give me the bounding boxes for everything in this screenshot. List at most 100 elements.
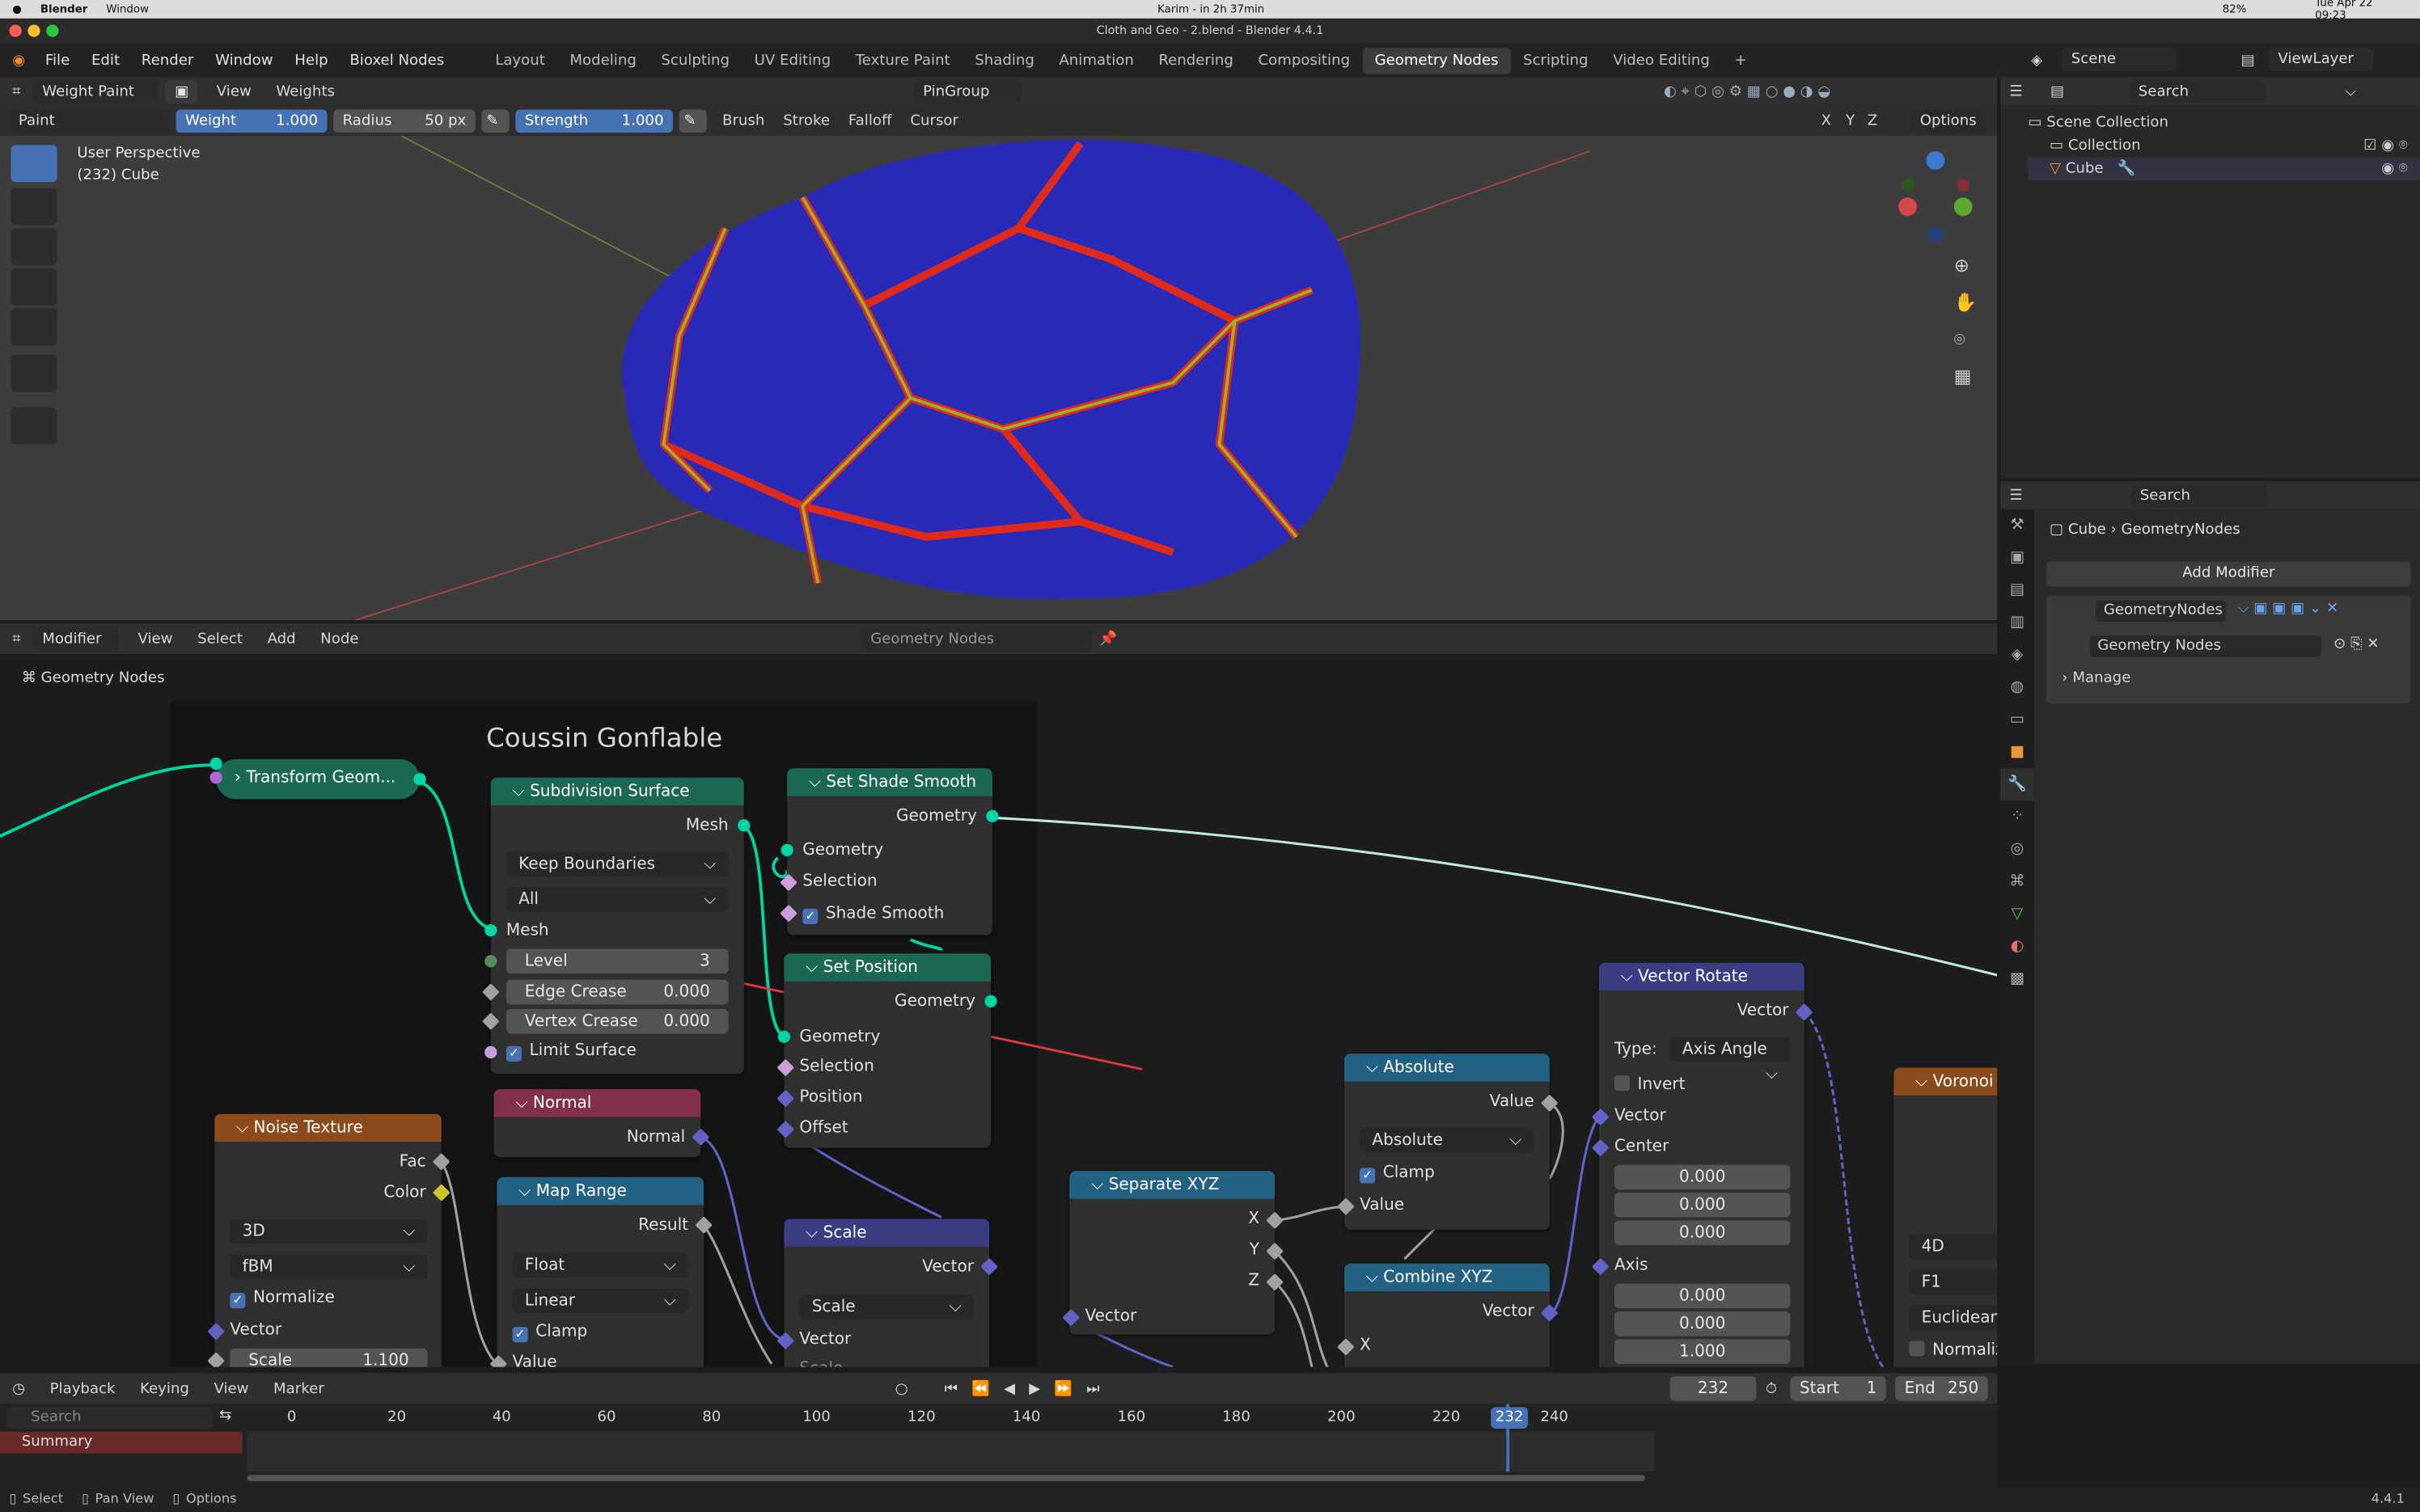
- collection-tab-icon[interactable]: ▭: [2000, 703, 2034, 736]
- map-range-node[interactable]: ⌵ Map Range Result Float ⌵ Linear ⌵ ✓ Clamp…: [489, 1176, 713, 1367]
- pin-group-selector[interactable]: PinGroup: [913, 79, 1022, 103]
- noise-type-dropdown[interactable]: fBM ⌵: [230, 1254, 428, 1279]
- navigation-gizmo[interactable]: [1889, 145, 1982, 243]
- clamp-checkbox[interactable]: ✓ Clamp: [497, 1318, 704, 1345]
- modifier-tab-icon[interactable]: 🔧: [1999, 768, 2034, 801]
- menu-help[interactable]: Help: [284, 52, 339, 69]
- tab-uv-editing[interactable]: UV Editing: [742, 47, 843, 73]
- brush-selector[interactable]: Paint: [9, 108, 170, 133]
- geometry-output-socket[interactable]: [413, 772, 426, 786]
- noise-texture-node[interactable]: ⌵ Noise Texture Fac Color 3D ⌵ fBM ⌵ ✓ Norm…: [207, 1113, 451, 1367]
- menu-falloff[interactable]: Falloff: [848, 112, 892, 129]
- sample-weight-tool-icon[interactable]: [11, 308, 57, 346]
- level-field[interactable]: Level 3: [506, 948, 729, 974]
- zoom-window-icon[interactable]: [46, 24, 59, 37]
- viewport-shading-icons[interactable]: ◐ ⌖ ⬡ ◎ ⚙ ▦ ○ ● ◑ ◒: [1664, 82, 1830, 99]
- scene-icon[interactable]: ◈: [2031, 52, 2042, 69]
- world-tab-icon[interactable]: ◍: [2000, 671, 2034, 703]
- texture-tab-icon[interactable]: ▩: [2000, 963, 2034, 995]
- output-tab-icon[interactable]: ▤: [2000, 574, 2034, 606]
- tab-layout[interactable]: Layout: [483, 47, 557, 73]
- node-tree-type[interactable]: Modifier: [32, 627, 120, 651]
- tab-texture-paint[interactable]: Texture Paint: [843, 47, 962, 73]
- menu-edit[interactable]: Edit: [81, 52, 131, 69]
- translation-input-socket[interactable]: [209, 771, 222, 784]
- invert-checkbox[interactable]: Invert: [1599, 1071, 1804, 1098]
- camera-icon[interactable]: ⌾: [1954, 321, 1978, 358]
- summary-channel[interactable]: Summary: [0, 1431, 243, 1454]
- subdivision-surface-node[interactable]: ⌵ Subdivision Surface Mesh Keep Boundari…: [482, 777, 751, 1075]
- options-dropdown[interactable]: Options: [1910, 108, 1986, 133]
- pan-hand-icon[interactable]: ✋: [1954, 284, 1978, 321]
- window-menu[interactable]: Window: [106, 3, 149, 15]
- modifier-toggle-icons[interactable]: ⌵ ▣ ▣ ▣ ⌄ ✕: [2238, 600, 2338, 617]
- timeline-editor-icon[interactable]: ◷: [12, 1380, 25, 1397]
- tab-scripting[interactable]: Scripting: [1511, 47, 1601, 73]
- set-shade-smooth-node[interactable]: ⌵ Set Shade Smooth Geometry Geometry Sel…: [780, 768, 999, 935]
- visibility-icons[interactable]: ☑ ◉ ⌾: [2363, 134, 2407, 158]
- pressure-icon[interactable]: ✎: [481, 108, 510, 133]
- center-y-field[interactable]: 0.000: [1614, 1193, 1791, 1218]
- symmetry-axis-z[interactable]: Z: [1868, 112, 1877, 129]
- outliner-search[interactable]: Search: [2129, 79, 2266, 103]
- tab-animation[interactable]: Animation: [1047, 47, 1146, 73]
- timeline-search[interactable]: Search: [6, 1407, 214, 1429]
- menu-view[interactable]: View: [217, 82, 252, 99]
- add-modifier-button[interactable]: Add Modifier: [2046, 561, 2411, 587]
- mode-selector[interactable]: Weight Paint: [32, 79, 160, 103]
- voronoi-dimensions-dropdown[interactable]: 4D: [1909, 1234, 1998, 1260]
- tab-shading[interactable]: Shading: [962, 47, 1047, 73]
- tab-geometry-nodes[interactable]: Geometry Nodes: [1362, 47, 1511, 74]
- axis-z-field[interactable]: 1.000: [1614, 1339, 1791, 1364]
- voronoi-normalize-checkbox[interactable]: Normaliz: [1893, 1336, 1997, 1363]
- constraints-tab-icon[interactable]: ⌘: [2000, 865, 2034, 897]
- dimensions-dropdown[interactable]: 3D ⌵: [230, 1218, 428, 1244]
- current-frame-field[interactable]: 232: [1669, 1376, 1757, 1401]
- limit-surface-socket[interactable]: [484, 1045, 497, 1058]
- dopesheet-area[interactable]: [247, 1431, 1655, 1472]
- view-layer-tab-icon[interactable]: ▥: [2000, 606, 2034, 639]
- menu-node-add[interactable]: Add: [268, 630, 296, 647]
- material-tab-icon[interactable]: ◐: [2000, 931, 2034, 963]
- filter-icon[interactable]: ⌵: [2345, 82, 2356, 99]
- menu-cursor[interactable]: Cursor: [910, 112, 958, 129]
- smear-tool-icon[interactable]: [11, 268, 57, 306]
- geometry-input-socket[interactable]: [781, 843, 793, 857]
- center-z-field[interactable]: 0.000: [1614, 1220, 1791, 1245]
- node-editor-type-icon[interactable]: ⌗: [12, 630, 20, 647]
- outliner-scene-collection[interactable]: ▭ Scene Collection: [2028, 111, 2420, 134]
- geometry-output-socket[interactable]: [984, 995, 997, 1008]
- menu-window[interactable]: Window: [205, 52, 284, 69]
- vector-rotate-node[interactable]: ⌵ Vector Rotate Vector Type: Axis Angle ⌵…: [1591, 962, 1813, 1367]
- average-tool-icon[interactable]: [11, 228, 57, 266]
- menu-file[interactable]: File: [35, 52, 81, 69]
- interpolation-dropdown[interactable]: Linear ⌵: [512, 1288, 689, 1313]
- clamp-checkbox[interactable]: ✓ Clamp: [1344, 1159, 1550, 1186]
- geometry-output-socket[interactable]: [986, 809, 999, 823]
- menu-node-node[interactable]: Node: [320, 630, 358, 647]
- menu-render[interactable]: Render: [130, 52, 204, 69]
- properties-editor-icon[interactable]: ☰: [2009, 487, 2022, 504]
- end-frame-field[interactable]: End 250: [1895, 1376, 1988, 1401]
- level-socket[interactable]: [484, 955, 497, 968]
- shade-smooth-checkbox[interactable]: ✓ Shade Smooth: [787, 899, 992, 927]
- scene-selector[interactable]: Scene: [2062, 48, 2177, 71]
- timeline[interactable]: Search ⇆ Summary 232 0 20 40 60 80 100 1…: [0, 1404, 1998, 1488]
- outliner-collection[interactable]: ▭ Collection ☑ ◉ ⌾: [2028, 134, 2420, 158]
- data-tab-icon[interactable]: ▽: [2000, 898, 2034, 931]
- axis-y-field[interactable]: 0.000: [1614, 1311, 1791, 1337]
- physics-tab-icon[interactable]: ◎: [2000, 833, 2034, 865]
- limit-surface-checkbox[interactable]: ✓ Limit Surface: [491, 1037, 744, 1064]
- scene-tab-icon[interactable]: ◈: [2000, 639, 2034, 671]
- rotation-type-dropdown[interactable]: Axis Angle ⌵: [1669, 1037, 1791, 1083]
- object-tab-icon[interactable]: ■: [2000, 736, 2034, 768]
- radius-field[interactable]: Radius 50 px: [333, 108, 476, 133]
- annotate-tool-icon[interactable]: [11, 407, 57, 445]
- uv-smooth-dropdown[interactable]: All ⌵: [506, 887, 729, 912]
- menu-weights[interactable]: Weights: [276, 82, 335, 99]
- menu-node-select[interactable]: Select: [197, 630, 243, 647]
- zoom-icon[interactable]: ⊕: [1954, 247, 1978, 284]
- boundaries-dropdown[interactable]: Keep Boundaries ⌵: [506, 851, 729, 876]
- symmetry-axis-x[interactable]: X: [1821, 112, 1831, 129]
- menu-brush[interactable]: Brush: [722, 112, 764, 129]
